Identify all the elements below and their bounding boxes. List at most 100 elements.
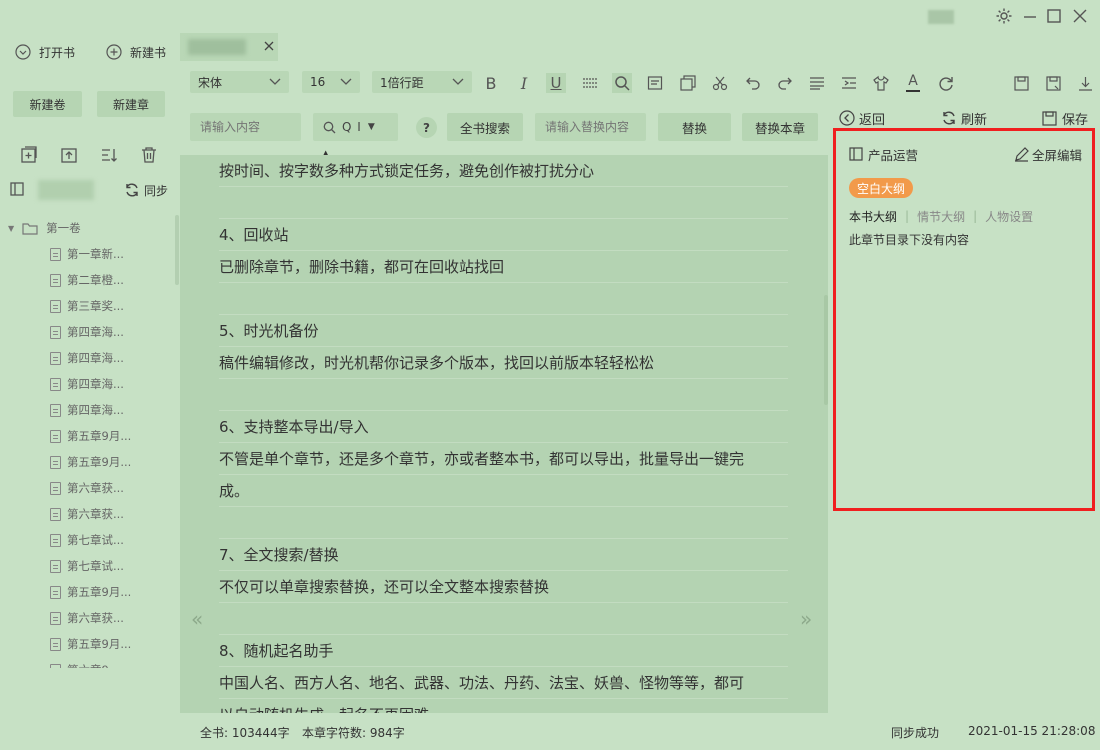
chapter-item[interactable]: 第七章试... — [50, 556, 124, 576]
close-icon[interactable] — [1070, 6, 1090, 26]
chapter-label: 第七章试... — [67, 533, 124, 547]
chapter-label: 第六章9... — [67, 662, 120, 668]
document-icon — [50, 351, 61, 365]
chapter-label: 第五章9月... — [67, 585, 132, 599]
save-as-icon[interactable] — [1043, 73, 1063, 93]
chapter-item[interactable]: 第六章获... — [50, 504, 124, 524]
document-icon — [50, 559, 61, 573]
panel-icon — [849, 147, 863, 161]
chapter-item[interactable]: 第四章海... — [50, 348, 124, 368]
editor-line[interactable]: 8、随机起名助手 — [219, 635, 788, 667]
copy-icon[interactable] — [678, 73, 698, 93]
chapter-item[interactable]: 第四章海... — [50, 322, 124, 342]
chapter-item[interactable]: 第五章9月... — [50, 426, 131, 446]
strikethrough-icon[interactable] — [580, 73, 600, 93]
chapter-label: 第四章海... — [67, 351, 124, 365]
chapter-item[interactable]: 第七章试... — [50, 530, 124, 550]
chapter-label: 第二章橙... — [67, 273, 124, 287]
bold-icon[interactable]: B — [481, 73, 501, 93]
editor-line[interactable]: 中国人名、西方人名、地名、武器、功法、丹药、法宝、妖兽、怪物等等，都可 — [219, 667, 788, 699]
scissors-icon[interactable] — [710, 73, 730, 93]
undo-icon[interactable] — [743, 73, 763, 93]
editor-area[interactable]: 按时间、按字数多种方式锁定任务，避免创作被打扰分心 4、回收站 已删除章节，删除书籍… — [180, 155, 828, 713]
editor-line[interactable] — [219, 379, 788, 411]
font-size-select[interactable]: 16 — [302, 71, 360, 93]
editor-line[interactable]: 7、全文搜索/替换 — [219, 539, 788, 571]
editor-line[interactable]: 不仅可以单章搜索替换，还可以全文整本搜索替换 — [219, 571, 788, 603]
fullscreen-edit-button[interactable]: 全屏编辑 — [1014, 144, 1082, 164]
search-all-button[interactable]: 全书搜索 — [447, 113, 523, 141]
replace-input[interactable] — [535, 113, 646, 141]
gear-icon[interactable] — [994, 6, 1014, 26]
chapter-item[interactable]: 第五章9月... — [50, 634, 131, 654]
editor-line[interactable] — [219, 507, 788, 539]
indent-icon[interactable] — [839, 73, 859, 93]
editor-line[interactable]: 6、支持整本导出/导入 — [219, 411, 788, 443]
refresh-icon[interactable] — [936, 73, 956, 93]
search-icon[interactable] — [612, 73, 632, 93]
refresh-label: 刷新 — [961, 112, 988, 128]
line-spacing-select[interactable]: 1倍行距 — [372, 71, 472, 93]
font-color-icon[interactable]: A — [903, 73, 923, 93]
chapter-item[interactable]: 第二章橙... — [50, 270, 124, 290]
document-tab[interactable] — [180, 33, 278, 61]
next-page-icon[interactable]: » — [800, 607, 812, 631]
back-button[interactable]: 返回 — [839, 108, 885, 128]
editor-line[interactable]: 以自动随机生成，起名不再困难 — [219, 699, 788, 713]
editor-line[interactable]: 稿件编辑修改，时光机帮你记录多个版本，找回以前版本轻轻松松 — [219, 347, 788, 379]
editor-line[interactable] — [219, 283, 788, 315]
chapter-label: 第五章9月... — [67, 455, 132, 469]
chapter-item[interactable]: 第一章新... — [50, 244, 124, 264]
tshirt-icon[interactable] — [871, 73, 891, 93]
close-icon[interactable] — [262, 39, 276, 53]
editor-line[interactable]: 按时间、按字数多种方式锁定任务，避免创作被打扰分心 — [219, 155, 788, 187]
tab-plot-outline[interactable]: 情节大纲 — [917, 208, 965, 225]
replace-chapter-button[interactable]: 替换本章 — [742, 113, 818, 141]
font-select[interactable]: 宋体 — [190, 71, 289, 93]
chapter-item[interactable]: 第五章9月... — [50, 582, 131, 602]
document-icon — [50, 533, 61, 547]
editor-line[interactable] — [219, 187, 788, 219]
note-icon[interactable] — [645, 73, 665, 93]
italic-icon[interactable]: I — [514, 73, 534, 93]
editor-line[interactable]: 已删除章节，删除书籍，都可在回收站找回 — [219, 251, 788, 283]
chapter-item[interactable]: 第五章9月... — [50, 452, 131, 472]
panel-title: 产品运营 — [849, 144, 918, 164]
editor-scrollbar[interactable] — [824, 295, 828, 405]
search-input[interactable] — [190, 113, 301, 141]
editor-line[interactable]: 成。 — [219, 475, 788, 507]
editor-line[interactable]: 4、回收站 — [219, 219, 788, 251]
tab-characters[interactable]: 人物设置 — [985, 208, 1033, 225]
maximize-icon[interactable] — [1044, 6, 1064, 26]
chapter-item[interactable]: 第四章海... — [50, 374, 124, 394]
chapter-label: 第六章获... — [67, 507, 124, 521]
save-button[interactable]: 保存 — [1042, 108, 1088, 128]
prev-page-icon[interactable]: « — [191, 607, 203, 631]
chapter-item[interactable]: 第三章奖... — [50, 296, 124, 316]
document-icon — [50, 273, 61, 287]
align-icon[interactable] — [807, 73, 827, 93]
editor-line[interactable]: 不管是单个章节，还是多个章节，亦或者整本书，都可以导出，批量导出一键完 — [219, 443, 788, 475]
blank-outline-tag[interactable]: 空白大纲 — [849, 178, 914, 198]
chapter-item[interactable]: 第六章获... — [50, 478, 124, 498]
total-word-count: 全书: 103444字 — [200, 726, 290, 740]
editor-line[interactable]: 5、时光机备份 — [219, 315, 788, 347]
chapter-item[interactable]: 第六章获... — [50, 608, 124, 628]
download-icon[interactable] — [1075, 73, 1095, 93]
chapter-label: 第三章奖... — [67, 299, 124, 313]
refresh-button[interactable]: 刷新 — [941, 108, 987, 128]
search-mode-select[interactable]: Q I ▼ — [313, 113, 398, 141]
underline-icon[interactable]: U — [546, 73, 566, 93]
minimize-icon[interactable] — [1020, 6, 1040, 26]
redo-icon[interactable] — [775, 73, 795, 93]
sidebar-scrollbar[interactable] — [175, 215, 179, 285]
tab-book-outline[interactable]: 本书大纲 — [849, 208, 897, 225]
save-icon — [1042, 110, 1057, 126]
chapter-item[interactable]: 第四章海... — [50, 400, 124, 420]
help-button[interactable]: ? — [416, 117, 437, 138]
tab-divider: | — [905, 209, 910, 223]
replace-button[interactable]: 替换 — [658, 113, 731, 141]
chapter-item[interactable]: 第六章9... — [50, 660, 120, 668]
editor-line[interactable] — [219, 603, 788, 635]
save-icon[interactable] — [1011, 73, 1031, 93]
